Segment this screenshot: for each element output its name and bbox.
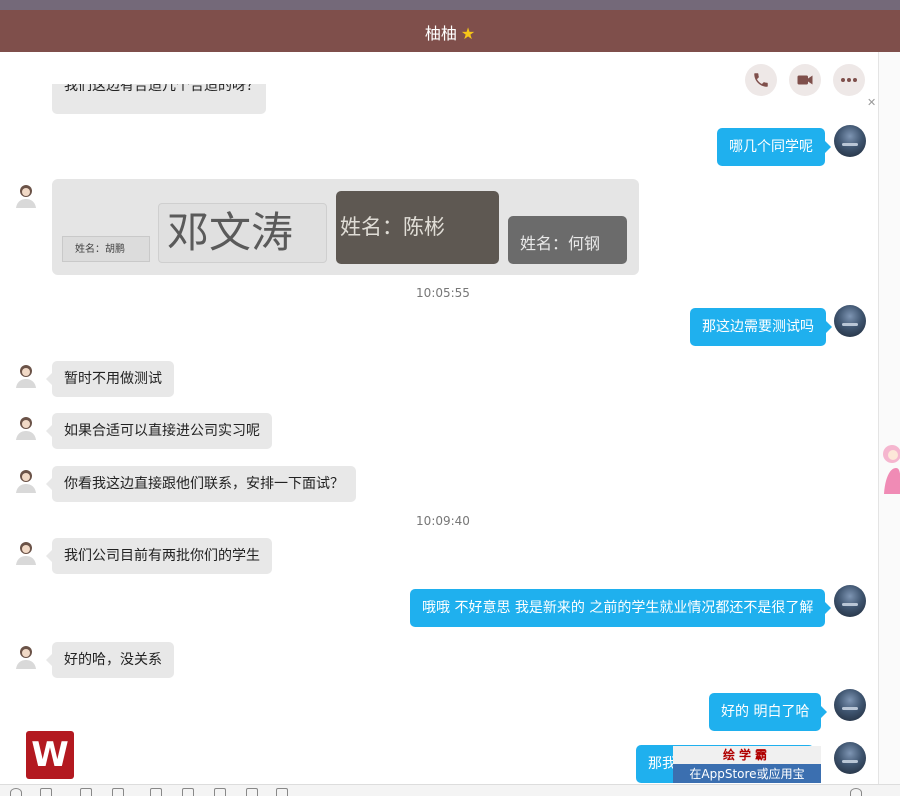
voice-call-button[interactable] [745,64,777,96]
message-text: 好的哈，没关系 [64,652,162,668]
message-text: 哦哦 不好意思 我是新来的 之前的学生就业情况都还不是很了解 [422,600,814,616]
message-text: 好的 明白了哈 [721,704,810,720]
message-bubble-contact[interactable]: 你看我这边直接跟他们联系，安排一下面试？ [46,466,356,502]
more-button[interactable] [833,64,865,96]
video-call-button[interactable] [789,64,821,96]
message-text: 如果合适可以直接进公司实习呢 [64,423,260,439]
name-card-image: 姓名：胡鹏 [62,236,150,262]
input-toolbar [0,784,900,796]
name-card-image: 姓名：何钢 [508,216,627,264]
message-bubble-self[interactable]: 哪几个同学呢 [717,128,831,166]
contact-avatar[interactable] [12,642,40,670]
microphone-icon[interactable] [276,788,288,796]
image-icon[interactable] [150,788,162,796]
logo-letter: W [31,735,69,775]
message-text: 哪几个同学呢 [729,139,813,155]
title-bar: 柚柚 ★ [0,0,900,52]
self-avatar[interactable] [834,305,866,337]
phone-icon [754,73,768,87]
emoji-icon[interactable] [10,788,22,796]
scissors-icon[interactable] [80,788,92,796]
contact-name: 柚柚 ★ [0,20,900,44]
promo-watermark: 绘学霸 在AppStore或应用宝 [673,746,821,783]
name-card-image: 邓文涛 [158,203,327,263]
promo-subtitle: 在AppStore或应用宝 [673,764,821,783]
window-icon[interactable] [182,788,194,796]
self-avatar[interactable] [834,125,866,157]
message-text: 那这边需要测试吗 [702,319,814,335]
self-avatar[interactable] [834,742,866,774]
video-camera-icon [797,75,813,85]
message-bubble-self[interactable]: 好的 明白了哈 [709,693,828,731]
message-bubble-contact[interactable]: 暂时不用做测试 [46,361,174,397]
screenshot-icon[interactable] [214,788,226,796]
contact-avatar[interactable] [12,538,40,566]
message-bubble-contact[interactable]: 如果合适可以直接进公司实习呢 [46,413,272,449]
mascot-icon [883,445,900,494]
contact-avatar[interactable] [12,361,40,389]
self-avatar[interactable] [834,585,866,617]
message-text: 我们公司目前有两批你们的学生 [64,548,260,564]
document-icon[interactable] [246,788,258,796]
taskbar-strip [0,0,900,10]
image-message[interactable]: 姓名：胡鹏 邓文涛 姓名：陈彬 姓名：何钢 [52,179,639,275]
more-options-icon [841,78,857,82]
folder-icon[interactable] [112,788,124,796]
brand-logo: W [26,731,74,779]
message-text: 你看我这边直接跟他们联系，安排一下面试？ [64,476,344,492]
history-icon[interactable] [850,788,862,796]
name-card-image: 姓名：陈彬 [336,191,499,264]
scrollbar[interactable]: ✕ [867,52,900,784]
timestamp: 10:05:55 [416,286,470,300]
contact-avatar[interactable] [12,466,40,494]
contact-avatar[interactable] [12,181,40,209]
message-bubble-self[interactable]: 那这边需要测试吗 [690,308,832,346]
contact-name-label: 柚柚 [424,24,457,43]
timestamp: 10:09:40 [416,514,470,528]
message-bubble-contact[interactable]: 好的哈，没关系 [46,642,174,678]
message-bubble-contact[interactable]: 我们公司目前有两批你们的学生 [46,538,272,574]
contact-avatar[interactable] [12,413,40,441]
message-bubble-partial[interactable]: 我们这边有合适几个合适的呀？ [52,84,266,114]
self-avatar[interactable] [834,689,866,721]
star-icon: ★ [460,24,476,43]
keyboard-icon[interactable] [40,788,52,796]
message-text: 我们这边有合适几个合适的呀？ [64,84,260,94]
message-bubble-self[interactable]: 哦哦 不好意思 我是新来的 之前的学生就业情况都还不是很了解 [410,589,832,627]
message-text: 暂时不用做测试 [64,371,162,387]
promo-title: 绘学霸 [722,748,771,762]
close-icon[interactable]: ✕ [867,96,876,109]
